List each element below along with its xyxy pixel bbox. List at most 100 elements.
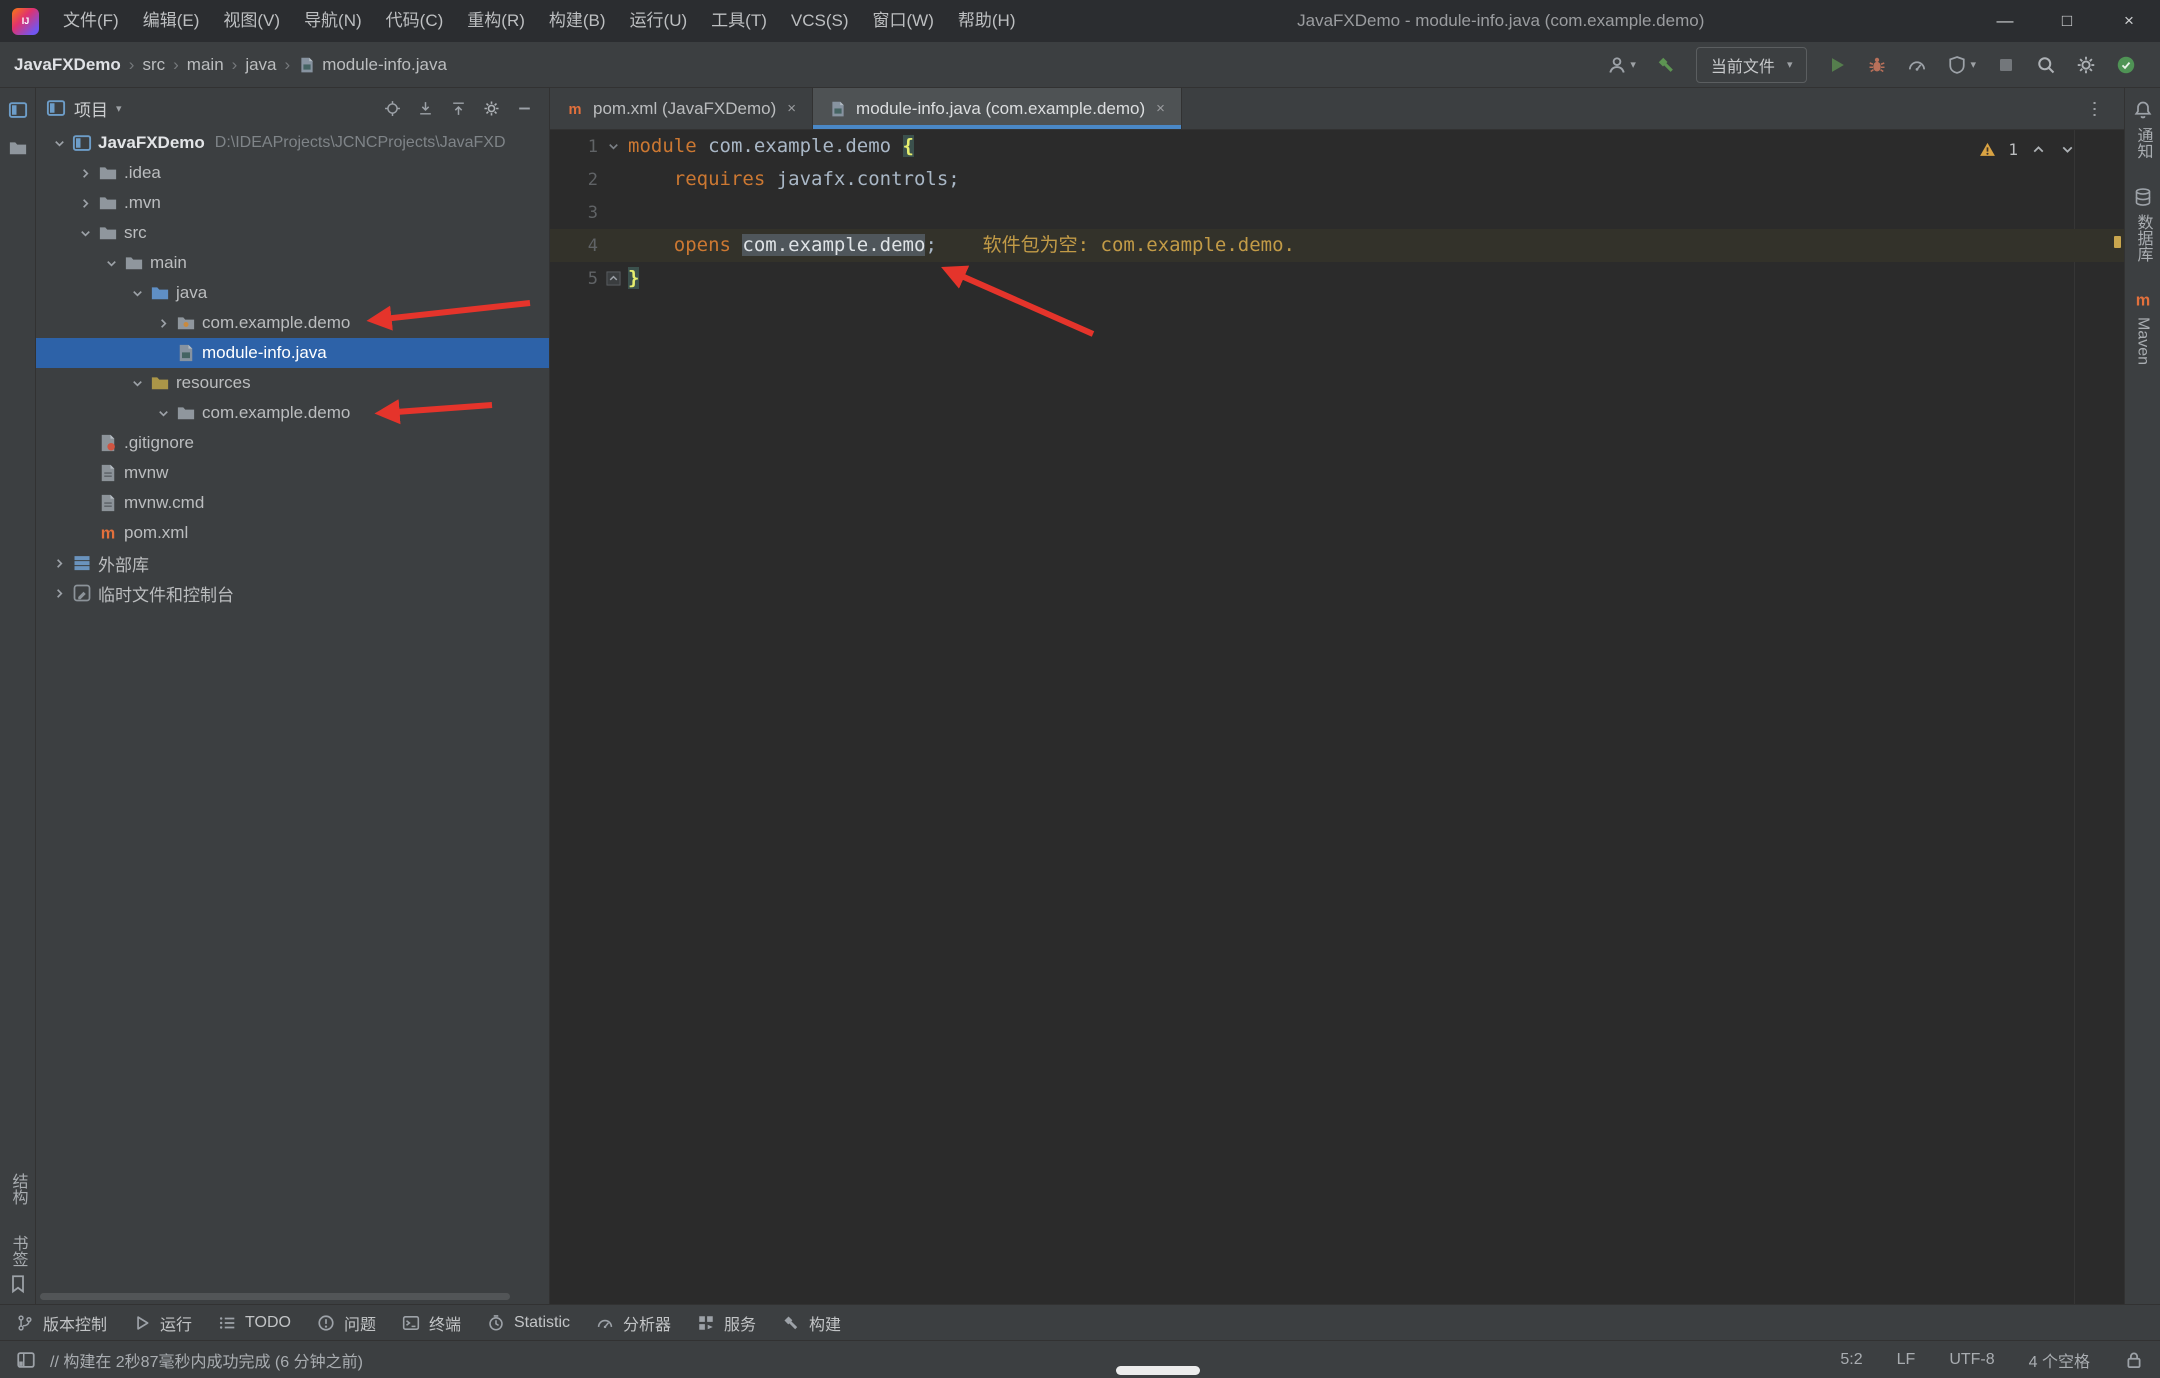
fold-marker-icon[interactable] [598, 271, 628, 286]
tool-window-button[interactable]: Statistic [487, 1314, 570, 1332]
profiler-icon[interactable] [1897, 55, 1937, 75]
breadcrumb-item[interactable]: module-info.java [298, 55, 447, 75]
panel-action-hide-icon[interactable] [516, 100, 533, 117]
tree-item[interactable]: resources [36, 368, 549, 398]
tree-item[interactable]: module-info.java [36, 338, 549, 368]
menu-item[interactable]: 工具(T) [699, 0, 779, 42]
tool-window-button[interactable]: 问题 [317, 1311, 376, 1335]
menu-item[interactable]: 文件(F) [51, 0, 131, 42]
chevron-right-icon[interactable] [74, 166, 96, 181]
run-icon[interactable] [1817, 55, 1857, 75]
code-line[interactable]: 2 requires javafx.controls; [550, 163, 2124, 196]
chevron-right-icon[interactable] [48, 586, 70, 601]
menu-item[interactable]: 导航(N) [292, 0, 374, 42]
project-panel-title[interactable]: 项目 [74, 96, 108, 121]
code-line[interactable]: 5} [550, 262, 2124, 295]
warning-stripe-mark[interactable] [2114, 236, 2121, 248]
next-problem-icon[interactable] [2059, 141, 2076, 158]
tool-window-button[interactable]: 服务 [697, 1311, 756, 1335]
tool-window-button[interactable]: 运行 [133, 1311, 192, 1335]
code-area[interactable]: 1 1module com.example.demo {2 requires j… [550, 130, 2124, 1304]
breadcrumb-item[interactable]: JavaFXDemo [14, 55, 121, 75]
tab-close-icon[interactable]: × [787, 100, 796, 117]
inspections-widget[interactable]: 1 [1979, 140, 2076, 159]
tool-window-button[interactable]: TODO [218, 1314, 291, 1332]
tree-item[interactable]: JavaFXDemoD:\IDEAProjects\JCNCProjects\J… [36, 128, 549, 158]
maximize-button[interactable]: □ [2036, 0, 2098, 42]
chevron-down-icon[interactable] [48, 136, 70, 151]
menu-item[interactable]: 运行(U) [618, 0, 700, 42]
file-encoding[interactable]: UTF-8 [1949, 1351, 1994, 1369]
menu-item[interactable]: 窗口(W) [861, 0, 946, 42]
user-icon[interactable]: ▾ [1597, 55, 1646, 75]
menu-item[interactable]: 编辑(E) [131, 0, 212, 42]
stop-icon[interactable] [1986, 55, 2026, 75]
tool-window-stub[interactable]: 数据库 [2131, 187, 2155, 262]
tool-window-stub[interactable]: 通知 [2131, 100, 2155, 159]
status-message[interactable]: // 构建在 2秒87毫秒内成功完成 (6 分钟之前) [50, 1348, 363, 1372]
tree-item[interactable]: 外部库 [36, 548, 549, 578]
menu-item[interactable]: VCS(S) [779, 0, 861, 42]
debug-icon[interactable] [1857, 55, 1897, 75]
panel-action-locate-icon[interactable] [384, 100, 401, 117]
line-separator[interactable]: LF [1897, 1351, 1916, 1369]
chevron-right-icon[interactable] [152, 316, 174, 331]
coverage-icon[interactable]: ▾ [1937, 55, 1986, 75]
panel-action-scroll-up-icon[interactable] [450, 100, 467, 117]
tree-item[interactable]: .gitignore [36, 428, 549, 458]
breadcrumb-item[interactable]: main [187, 55, 224, 75]
tree-item[interactable]: main [36, 248, 549, 278]
menu-item[interactable]: 构建(B) [537, 0, 618, 42]
chevron-right-icon[interactable] [74, 196, 96, 211]
tree-item[interactable]: .mvn [36, 188, 549, 218]
tab-close-icon[interactable]: × [1156, 100, 1165, 117]
menu-item[interactable]: 重构(R) [455, 0, 537, 42]
code-line[interactable]: 3 [550, 196, 2124, 229]
panel-action-settings-icon[interactable] [483, 100, 500, 117]
code-line[interactable]: 4 opens com.example.demo; 软件包为空: com.exa… [550, 229, 2124, 262]
menu-item[interactable]: 视图(V) [211, 0, 292, 42]
chevron-down-icon[interactable] [152, 406, 174, 421]
caret-position[interactable]: 5:2 [1840, 1351, 1862, 1369]
breadcrumb-item[interactable]: src [142, 55, 165, 75]
tree-item[interactable]: mvnw [36, 458, 549, 488]
menu-item[interactable]: 代码(C) [374, 0, 456, 42]
chevron-down-icon[interactable] [74, 226, 96, 241]
horizontal-scrollbar[interactable] [40, 1293, 510, 1300]
search-icon[interactable] [2026, 55, 2066, 75]
minimize-button[interactable]: — [1974, 0, 2036, 42]
indent-style[interactable]: 4 个空格 [2029, 1348, 2090, 1372]
chevron-down-icon[interactable] [126, 376, 148, 391]
editor-tab[interactable]: module-info.java (com.example.demo)× [813, 88, 1182, 129]
fold-marker-icon[interactable] [598, 139, 628, 154]
tool-window-stub[interactable]: mMaven [2133, 290, 2153, 365]
chevron-down-icon[interactable] [100, 256, 122, 271]
tab-options-icon[interactable]: … [2073, 98, 2124, 120]
tree-item[interactable]: com.example.demo [36, 308, 549, 338]
tree-item[interactable]: .idea [36, 158, 549, 188]
close-button[interactable]: × [2098, 0, 2160, 42]
settings-icon[interactable] [2066, 55, 2106, 75]
hammer-green-icon[interactable] [1646, 55, 1686, 75]
tool-window-button[interactable]: 构建 [782, 1311, 841, 1335]
breadcrumb-item[interactable]: java [245, 55, 276, 75]
prev-problem-icon[interactable] [2030, 141, 2047, 158]
chevron-down-icon[interactable] [126, 286, 148, 301]
tree-item[interactable]: src [36, 218, 549, 248]
tool-window-button[interactable]: 分析器 [596, 1311, 671, 1335]
tool-window-button[interactable]: 终端 [402, 1311, 461, 1335]
code-line[interactable]: 1module com.example.demo { [550, 130, 2124, 163]
chevron-right-icon[interactable] [48, 556, 70, 571]
panel-action-scroll-down-icon[interactable] [417, 100, 434, 117]
menu-item[interactable]: 帮助(H) [946, 0, 1028, 42]
layout-icon[interactable] [16, 1350, 36, 1370]
tool-window-button[interactable]: 版本控制 [16, 1311, 107, 1335]
tool-window-stub[interactable]: 结构 [6, 1173, 30, 1205]
tree-item[interactable]: mpom.xml [36, 518, 549, 548]
lock-icon[interactable] [2124, 1350, 2144, 1370]
tool-window-stub[interactable]: 书签 [6, 1235, 30, 1294]
tree-item[interactable]: mvnw.cmd [36, 488, 549, 518]
project-view-dropdown-icon[interactable]: ▾ [116, 102, 122, 115]
editor-tab[interactable]: mpom.xml (JavaFXDemo)× [550, 88, 813, 129]
tree-item[interactable]: com.example.demo [36, 398, 549, 428]
